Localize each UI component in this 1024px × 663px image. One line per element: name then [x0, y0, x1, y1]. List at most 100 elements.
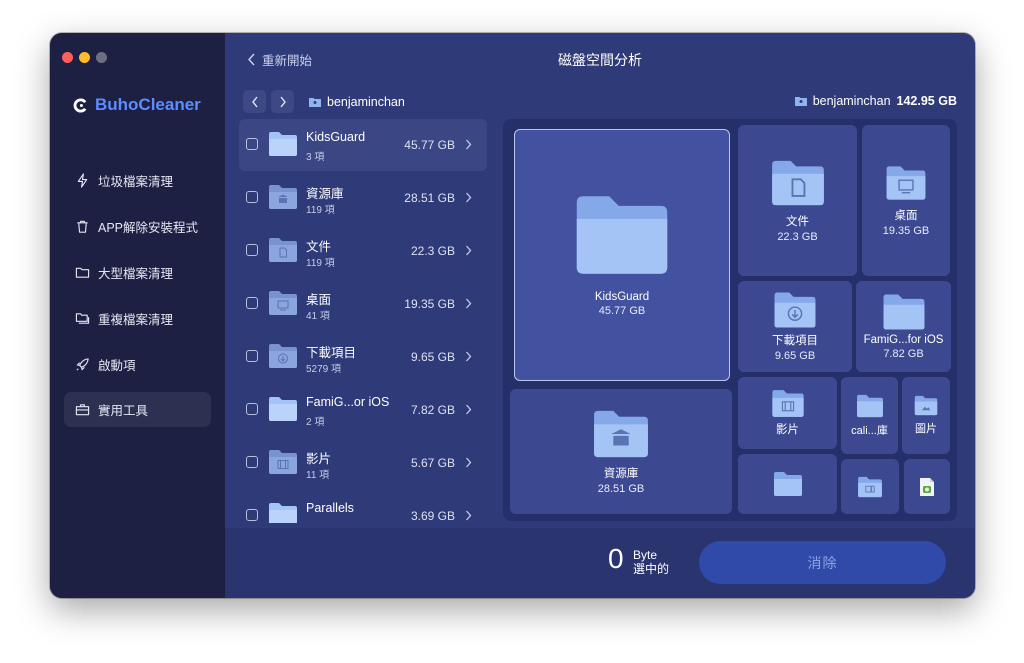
folder-icon: [75, 267, 90, 278]
treemap-tile[interactable]: KidsGuard 45.77 GB: [514, 129, 730, 381]
sidebar-item-junk-cleaner[interactable]: 垃圾檔案清理: [64, 163, 211, 198]
tile-size: 7.82 GB: [883, 348, 924, 360]
folder-icon: [773, 472, 802, 496]
desktop-folder-icon: [269, 291, 297, 315]
minimize-window-button[interactable]: [79, 52, 90, 63]
tile-size: 28.51 GB: [597, 482, 645, 495]
nav-back-button[interactable]: [243, 90, 266, 113]
list-item[interactable]: Parallels 3.69 GB: [239, 490, 487, 523]
treemap-tile[interactable]: 文件 22.3 GB: [738, 125, 857, 276]
row-count: 3 項: [306, 152, 325, 163]
list-item[interactable]: 影片 11 項 5.67 GB: [239, 437, 487, 489]
row-checkbox[interactable]: [246, 297, 258, 309]
duplicate-files-icon: [75, 313, 90, 324]
row-name: FamiG...or iOS: [306, 395, 390, 409]
treemap-tile[interactable]: 桌面 19.35 GB: [862, 125, 950, 276]
sidebar-item-toolkit[interactable]: 實用工具: [64, 392, 211, 427]
tile-label: 桌面: [894, 209, 918, 222]
row-size: 5.67 GB: [410, 456, 455, 470]
row-checkbox[interactable]: [246, 350, 258, 362]
library-folder-icon: [269, 185, 297, 209]
selected-size-unit: Byte 選中的: [633, 548, 669, 576]
row-count: 2 項: [306, 417, 325, 428]
folder-icon: [269, 132, 297, 156]
folder-icon: [576, 196, 668, 274]
downloads-folder-icon: [774, 292, 816, 328]
tile-label: 圖片: [915, 423, 937, 435]
row-size: 28.51 GB: [404, 191, 455, 205]
tile-label: KidsGuard: [594, 291, 650, 303]
tile-label: 下載項目: [772, 335, 818, 347]
row-count: 119 項: [306, 205, 335, 216]
row-checkbox[interactable]: [246, 191, 258, 203]
row-name: 下載項目: [306, 346, 357, 360]
sidebar-item-app-uninstaller[interactable]: APP解除安裝程式: [64, 209, 211, 244]
main-panel: 重新開始 磁盤空間分析 benjaminchan benjaminchan 14…: [225, 33, 975, 598]
chevron-right-icon: [466, 351, 472, 362]
close-window-button[interactable]: [62, 52, 73, 63]
treemap-tile[interactable]: FamiG...for iOS 7.82 GB: [856, 281, 951, 372]
chevron-right-icon: [466, 192, 472, 203]
path-bar: benjaminchan: [243, 90, 405, 113]
chevron-right-icon: [466, 510, 472, 521]
documents-folder-icon: [771, 160, 824, 205]
list-item[interactable]: KidsGuard 3 項 45.77 GB: [239, 119, 487, 171]
row-count: 119 項: [306, 258, 335, 269]
nav-forward-button[interactable]: [271, 90, 294, 113]
total-folder-name: benjaminchan: [812, 94, 891, 108]
selected-size-value: 0: [608, 543, 624, 574]
treemap-tile[interactable]: 影片: [738, 377, 837, 449]
row-count: 11 項: [306, 470, 330, 481]
header: 重新開始 磁盤空間分析: [225, 33, 975, 85]
movies-folder-icon: [771, 390, 804, 417]
row-checkbox[interactable]: [246, 509, 258, 521]
breadcrumb[interactable]: benjaminchan: [309, 95, 405, 109]
sidebar-item-startup-items[interactable]: 啟動項: [64, 347, 211, 382]
row-size: 45.77 GB: [404, 138, 455, 152]
chevron-right-icon: [466, 139, 472, 150]
row-checkbox[interactable]: [246, 403, 258, 415]
treemap-tile[interactable]: 資源庫 28.51 GB: [510, 389, 732, 514]
treemap-tile[interactable]: [738, 454, 837, 514]
treemap-tile[interactable]: cali...庫: [841, 377, 898, 454]
list-item[interactable]: FamiG...or iOS 2 項 7.82 GB: [239, 384, 487, 436]
trash-icon: [77, 220, 88, 233]
chevron-right-icon: [466, 298, 472, 309]
treemap-tile[interactable]: [904, 459, 950, 514]
row-size: 9.65 GB: [410, 350, 455, 364]
zoom-window-button[interactable]: [96, 52, 107, 63]
selected-unit-text: Byte: [633, 548, 658, 562]
list-item[interactable]: 資源庫 119 項 28.51 GB: [239, 172, 487, 224]
sidebar: BuhoCleaner 垃圾檔案清理 APP解除安裝程式 大型檔案清理 重複檔案…: [50, 33, 225, 598]
sidebar-item-large-files[interactable]: 大型檔案清理: [64, 255, 211, 290]
tile-size: 19.35 GB: [882, 224, 930, 237]
user-folder-icon: [794, 97, 807, 106]
list-item[interactable]: 桌面 41 項 19.35 GB: [239, 278, 487, 330]
total-size-value: 142.95 GB: [896, 94, 957, 108]
tile-size: 22.3 GB: [777, 230, 818, 243]
row-checkbox[interactable]: [246, 244, 258, 256]
treemap-tile[interactable]: 圖片: [902, 377, 950, 454]
disk-treemap: KidsGuard 45.77 GB 資源庫 28.51 GB 文件 22.3 …: [503, 119, 957, 521]
treemap-tile[interactable]: 下載項目 9.65 GB: [738, 281, 852, 372]
tile-label: 影片: [776, 424, 799, 436]
list-item[interactable]: 下載項目 5279 項 9.65 GB: [239, 331, 487, 383]
movies-folder-icon: [269, 450, 297, 474]
row-checkbox[interactable]: [246, 138, 258, 150]
row-checkbox[interactable]: [246, 456, 258, 468]
folder-icon: [883, 294, 924, 330]
treemap-tile[interactable]: [841, 459, 899, 514]
row-name: 桌面: [306, 293, 332, 307]
documents-folder-icon: [269, 238, 297, 262]
folder-list: KidsGuard 3 項 45.77 GB 資源庫 119 項 28.51 G…: [239, 119, 489, 523]
toolbox-icon: [75, 404, 90, 416]
row-name: 影片: [306, 452, 332, 466]
delete-button[interactable]: 消除: [699, 541, 946, 584]
app-file-icon: [920, 477, 934, 496]
total-size: benjaminchan 142.95 GB: [794, 94, 957, 108]
sidebar-item-duplicate-files[interactable]: 重複檔案清理: [64, 301, 211, 336]
list-item[interactable]: 文件 119 項 22.3 GB: [239, 225, 487, 277]
library-folder-icon: [594, 410, 648, 457]
row-size: 19.35 GB: [404, 297, 455, 311]
app-name: BuhoCleaner: [95, 95, 201, 114]
